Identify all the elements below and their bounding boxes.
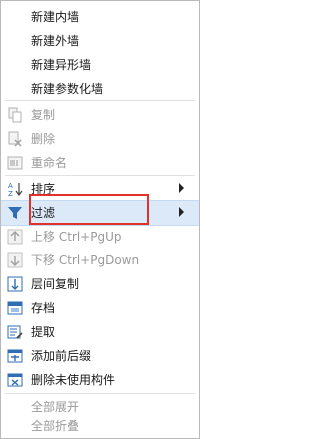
menu-item-add-affix[interactable]: 添加前后缀 [1, 344, 199, 368]
menu-item-label: 添加前后缀 [31, 349, 92, 363]
menu-item-archive[interactable]: 存档 [1, 296, 199, 320]
menu-item-move-down[interactable]: 下移 Ctrl+PgDown [1, 248, 199, 272]
menu-item-label: 新建内墙 [31, 10, 80, 24]
move-up-icon [7, 229, 23, 245]
svg-text:A: A [8, 182, 13, 190]
menu-item-label: 层间复制 [31, 277, 80, 291]
extract-icon [7, 325, 23, 339]
filter-icon [8, 207, 22, 219]
menu-item-move-up[interactable]: 上移 Ctrl+PgUp [1, 225, 199, 249]
menu-separator [5, 100, 195, 101]
floor-copy-icon [7, 276, 23, 292]
archive-icon [7, 301, 23, 315]
menu-item-delete-unused[interactable]: 删除未使用构件 [1, 368, 199, 392]
menu-item-label: 重命名 [31, 156, 68, 170]
add-affix-icon [7, 349, 23, 363]
menu-item-label: 删除未使用构件 [31, 373, 116, 387]
menu-item-collapse-all[interactable]: 全部折叠 [1, 414, 199, 438]
menu-item-new-outer-wall[interactable]: 新建外墙 [1, 29, 199, 53]
rename-icon [7, 156, 23, 170]
menu-item-label: 提取 [31, 325, 56, 339]
menu-item-label: 新建异形墙 [31, 58, 92, 72]
menu-item-label: 下移 Ctrl+PgDown [31, 253, 140, 267]
menu-item-label: 全部折叠 [31, 419, 80, 433]
menu-item-delete[interactable]: 删除 [1, 127, 199, 151]
move-down-icon [7, 252, 23, 268]
menu-item-label: 排序 [31, 182, 56, 196]
sort-icon: A Z [8, 182, 23, 197]
menu-item-new-inner-wall[interactable]: 新建内墙 [1, 5, 199, 29]
svg-text:Z: Z [8, 190, 13, 197]
menu-item-label: 过滤 [31, 206, 56, 220]
menu-item-extract[interactable]: 提取 [1, 320, 199, 344]
menu-item-rename[interactable]: 重命名 [1, 151, 199, 175]
menu-item-label: 新建参数化墙 [31, 82, 104, 96]
menu-item-label: 存档 [31, 301, 56, 315]
delete-icon [8, 131, 22, 147]
submenu-arrow-icon [179, 207, 184, 217]
menu-item-label: 全部展开 [31, 400, 80, 414]
menu-item-new-parametric-wall[interactable]: 新建参数化墙 [1, 77, 199, 101]
menu-item-label: 复制 [31, 108, 56, 122]
context-menu: 新建内墙 新建外墙 新建异形墙 新建参数化墙 复制 删除 重命名 A Z 排序 … [0, 0, 200, 439]
menu-separator [5, 175, 195, 176]
menu-item-copy[interactable]: 复制 [1, 103, 199, 127]
menu-item-sort[interactable]: A Z 排序 [1, 177, 199, 201]
copy-icon [8, 107, 22, 123]
delete-unused-icon [7, 373, 23, 387]
menu-item-label: 删除 [31, 132, 56, 146]
menu-item-filter[interactable]: 过滤 [1, 200, 199, 226]
menu-item-floor-copy[interactable]: 层间复制 [1, 272, 199, 296]
menu-item-new-shaped-wall[interactable]: 新建异形墙 [1, 53, 199, 77]
menu-item-label: 上移 Ctrl+PgUp [31, 230, 122, 244]
menu-separator [5, 393, 195, 394]
menu-item-label: 新建外墙 [31, 34, 80, 48]
submenu-arrow-icon [179, 183, 184, 193]
